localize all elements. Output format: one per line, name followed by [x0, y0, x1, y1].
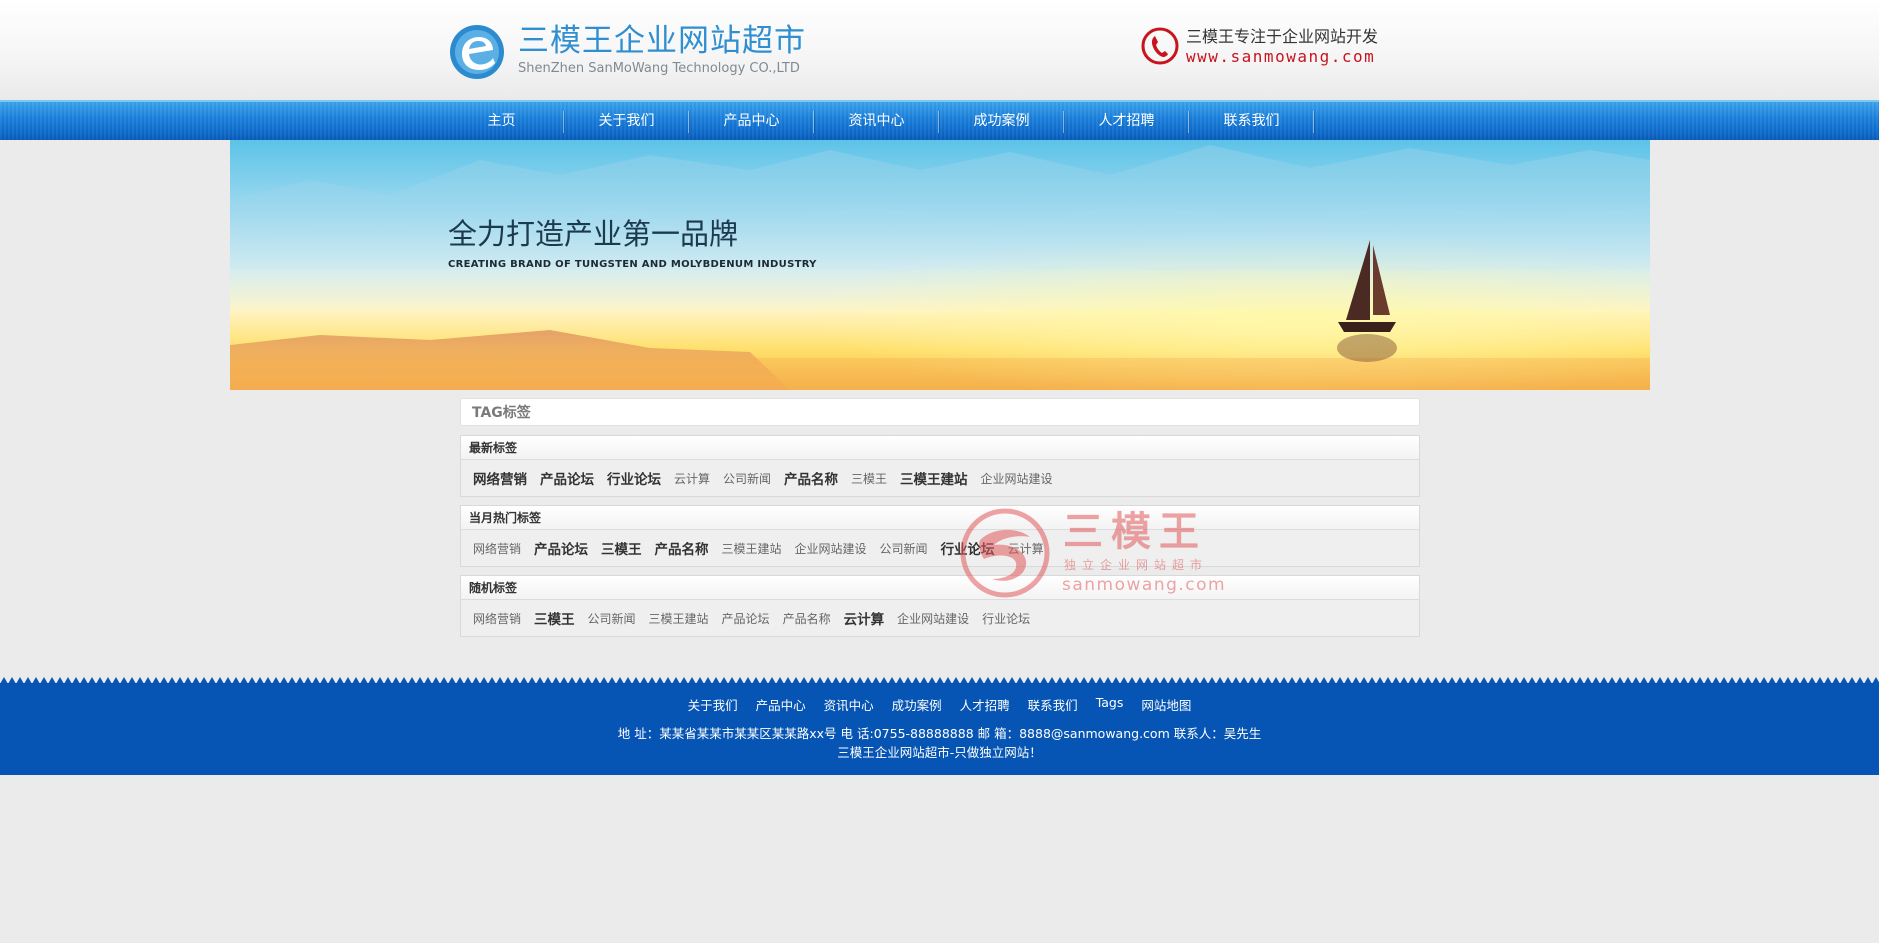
nav-item-contact[interactable]: 联系我们 [1189, 102, 1314, 140]
logo-subtitle: ShenZhen SanMoWang Technology CO.,LTD [518, 61, 800, 76]
tag-link[interactable]: 行业论坛 [607, 468, 661, 488]
hotline-url[interactable]: www.sanmowang.com [1186, 48, 1375, 66]
random-tags-list: 网络营销 三模王 公司新闻 三模王建站 产品论坛 产品名称 云计算 企业网站建设 行业论坛 [461, 600, 1419, 636]
latest-tags-box: 最新标签 网络营销 产品论坛 行业论坛 云计算 公司新闻 产品名称 三模王 三模王建站 企业网站… [460, 435, 1420, 497]
random-tags-title: 随机标签 [461, 576, 1419, 600]
tag-link[interactable]: 三模王建站 [722, 540, 782, 557]
tag-link[interactable]: 三模王 [851, 470, 887, 487]
footer-link-jobs[interactable]: 人才招聘 [960, 695, 1010, 714]
banner-subtitle: CREATING BRAND OF TUNGSTEN AND MOLYBDENU… [448, 259, 817, 270]
nav-item-jobs[interactable]: 人才招聘 [1064, 102, 1189, 140]
tag-link[interactable]: 网络营销 [473, 610, 521, 627]
tag-link[interactable]: 三模王建站 [900, 468, 968, 488]
banner-title: 全力打造产业第一品牌 [448, 217, 739, 251]
tag-link[interactable]: 产品论坛 [534, 538, 588, 558]
tag-link[interactable]: 公司新闻 [880, 540, 928, 557]
footer-address: 地 址：某某省某某市某某区某某路xx号 电 话:0755-88888888 邮 … [617, 726, 1262, 741]
nav-item-cases[interactable]: 成功案例 [939, 102, 1064, 140]
nav-list: 主页 关于我们 产品中心 资讯中心 成功案例 人才招聘 联系我们 [439, 102, 1314, 140]
nav-item-news[interactable]: 资讯中心 [814, 102, 939, 140]
watermark-logo-icon [960, 508, 1050, 598]
watermark: 三模王 独立企业网站超市 sanmowang.com [958, 505, 1228, 600]
tag-link[interactable]: 企业网站建设 [981, 470, 1053, 487]
mountain-lake-scenery [230, 140, 1650, 390]
tag-link[interactable]: 产品论坛 [540, 468, 594, 488]
nav-item-home[interactable]: 主页 [439, 102, 564, 140]
tag-link[interactable]: 企业网站建设 [897, 610, 969, 627]
hot-tags-list: 网络营销 产品论坛 三模王 产品名称 三模王建站 企业网站建设 公司新闻 行业论坛 云计算 [461, 530, 1419, 566]
tag-link[interactable]: 产品论坛 [722, 610, 770, 627]
footer-link-contact[interactable]: 联系我们 [1028, 695, 1078, 714]
tag-link[interactable]: 三模王 [601, 538, 642, 558]
watermark-slogan: 独立企业网站超市 [1064, 558, 1209, 572]
e-logo-icon [450, 25, 504, 79]
footer-links: 关于我们 产品中心 资讯中心 成功案例 人才招聘 联系我们 Tags 网站地图 [0, 695, 1879, 714]
main-nav: 主页 关于我们 产品中心 资讯中心 成功案例 人才招聘 联系我们 [0, 100, 1879, 140]
footer-link-cases[interactable]: 成功案例 [892, 695, 942, 714]
footer-link-products[interactable]: 产品中心 [756, 695, 806, 714]
phone-icon [1141, 27, 1179, 65]
tag-link[interactable]: 三模王 [534, 608, 575, 628]
watermark-url: sanmowang.com [1062, 575, 1227, 595]
tag-link[interactable]: 产品名称 [784, 468, 838, 488]
tag-link[interactable]: 公司新闻 [723, 470, 771, 487]
tag-link[interactable]: 三模王建站 [649, 610, 709, 627]
hotline-text: 三模王专注于企业网站开发 [1186, 27, 1379, 46]
random-tags-box: 随机标签 网络营销 三模王 公司新闻 三模王建站 产品论坛 产品名称 云计算 企业网站建设 行业… [460, 575, 1420, 637]
footer-slogan: 三模王企业网站超市-只做独立网站！ [837, 745, 1042, 760]
footer-link-tags[interactable]: Tags [1096, 695, 1124, 714]
site-footer: 关于我们 产品中心 资讯中心 成功案例 人才招聘 联系我们 Tags 网站地图 … [0, 683, 1879, 775]
tag-link[interactable]: 网络营销 [473, 468, 527, 488]
hero-banner: 全力打造产业第一品牌 CREATING BRAND OF TUNGSTEN AN… [230, 140, 1650, 390]
tag-link[interactable]: 行业论坛 [982, 610, 1030, 627]
tag-link[interactable]: 产品名称 [655, 538, 709, 558]
hotline: 三模王专注于企业网站开发 www.sanmowang.com [1141, 25, 1406, 70]
latest-tags-list: 网络营销 产品论坛 行业论坛 云计算 公司新闻 产品名称 三模王 三模王建站 企业网站建设 [461, 460, 1419, 496]
tag-link[interactable]: 企业网站建设 [795, 540, 867, 557]
tag-page-header: TAG标签 [460, 398, 1420, 426]
footer-link-about[interactable]: 关于我们 [688, 695, 738, 714]
footer-link-news[interactable]: 资讯中心 [824, 695, 874, 714]
tag-link[interactable]: 公司新闻 [588, 610, 636, 627]
tag-link[interactable]: 云计算 [674, 470, 710, 487]
footer-link-sitemap[interactable]: 网站地图 [1141, 695, 1191, 714]
tag-link[interactable]: 产品名称 [783, 610, 831, 627]
watermark-brand: 三模王 [1063, 509, 1207, 555]
latest-tags-title: 最新标签 [461, 436, 1419, 460]
site-header: 三模王企业网站超市 ShenZhen SanMoWang Technology … [0, 0, 1879, 100]
tag-link[interactable]: 云计算 [844, 608, 885, 628]
nav-item-products[interactable]: 产品中心 [689, 102, 814, 140]
tag-page-title: TAG标签 [472, 405, 531, 421]
nav-item-about[interactable]: 关于我们 [564, 102, 689, 140]
hot-tags-box: 当月热门标签 网络营销 产品论坛 三模王 产品名称 三模王建站 企业网站建设 公司新闻 行业论… [460, 505, 1420, 567]
logo-title: 三模王企业网站超市 [518, 23, 806, 59]
tag-link[interactable]: 网络营销 [473, 540, 521, 557]
site-logo[interactable]: 三模王企业网站超市 ShenZhen SanMoWang Technology … [448, 20, 808, 84]
hot-tags-title: 当月热门标签 [461, 506, 1419, 530]
